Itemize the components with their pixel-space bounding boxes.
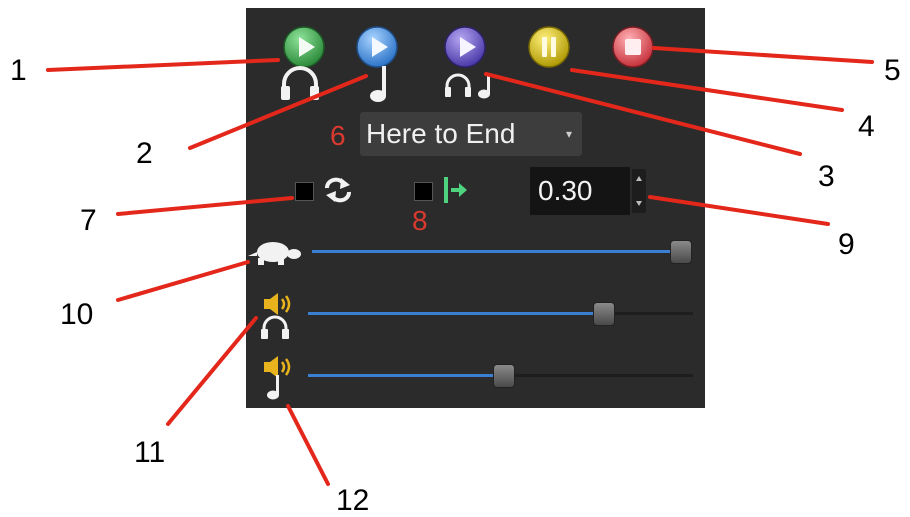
callout-line-10 (116, 260, 250, 302)
callout-line-5 (652, 46, 874, 64)
callout-line-7 (116, 196, 294, 216)
callout-number-5: 5 (884, 54, 901, 87)
callout-number-12: 12 (336, 484, 370, 517)
callout-number-1: 1 (10, 54, 27, 87)
callout-number-4: 4 (858, 110, 875, 143)
callout-line-12 (286, 404, 330, 486)
callout-number-10: 10 (60, 298, 94, 331)
callout-number-7: 7 (80, 204, 97, 237)
callout-line-3 (484, 72, 802, 156)
callout-line-2 (188, 74, 368, 150)
callout-number-3: 3 (818, 160, 835, 193)
callout-line-9 (648, 195, 830, 226)
callout-line-11 (166, 316, 258, 426)
callout-line-4 (570, 68, 844, 112)
callout-number-2: 2 (136, 137, 153, 170)
callout-number-9: 9 (838, 228, 855, 261)
callout-number-11: 11 (134, 436, 166, 469)
callout-line-1 (46, 58, 280, 72)
